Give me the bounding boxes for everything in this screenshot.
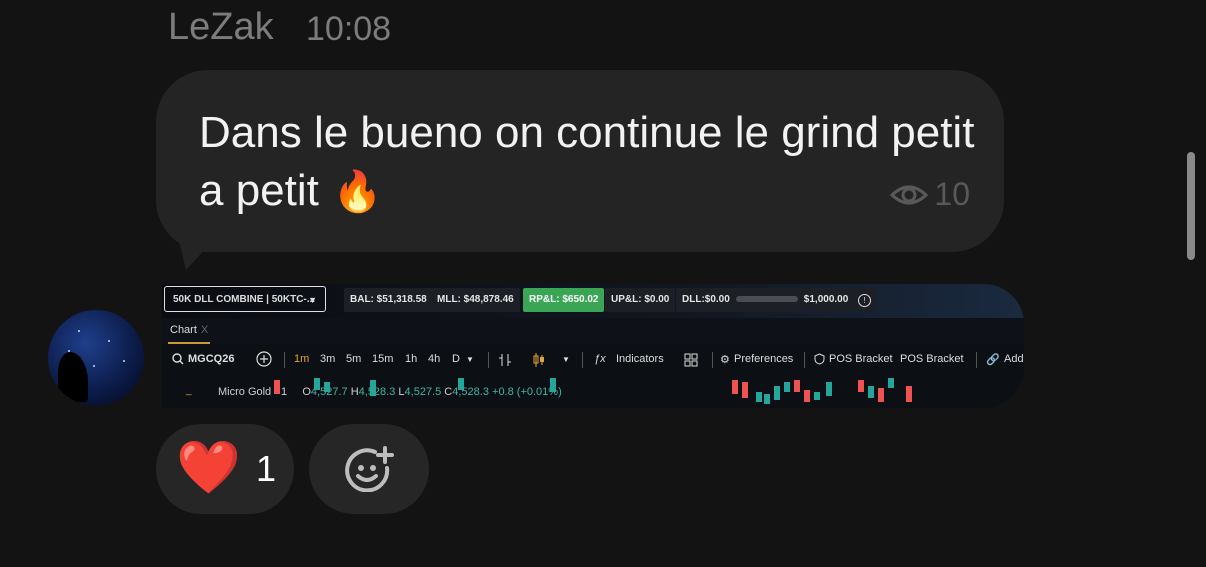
ohlc-legend: Micro Gold · 1 O4,527.7 H4,528.3 L4,527.…: [218, 386, 562, 398]
candle: [784, 382, 790, 392]
candle: [794, 380, 800, 392]
candle: [764, 394, 770, 404]
views-number: 10: [934, 176, 970, 212]
preferences-label: Preferences: [734, 353, 794, 365]
toolbar-divider: [976, 352, 977, 368]
tab-chart: Chart X: [170, 324, 208, 336]
info-icon: !: [852, 288, 876, 312]
candle: [324, 382, 330, 392]
timeframe-3m: 3m: [320, 353, 336, 365]
indicators-label: Indicators: [616, 353, 664, 365]
candle: [550, 378, 556, 392]
chart-legend: _ Micro Gold · 1 O4,527.7 H4,528.3 L4,52…: [162, 378, 1024, 408]
toolbar-divider: [488, 352, 489, 368]
candle: [804, 390, 810, 402]
chevron-down-icon: ▼: [466, 355, 474, 364]
search-icon: [172, 353, 184, 368]
high-label: H: [350, 386, 359, 398]
add-symbol-icon: [256, 351, 272, 370]
candle: [756, 392, 762, 402]
symbol-label: MGCQ26: [188, 353, 235, 365]
dll-right: $1,000.00: [803, 294, 849, 305]
link-icon: 🔗: [986, 354, 1000, 366]
dll-pill: DLL:$0.00 $1,000.00: [676, 288, 855, 312]
candle: [274, 380, 280, 394]
timeframe-1m: 1m: [294, 353, 310, 365]
rpl-pill: RP&L: $650.02: [523, 288, 605, 312]
chevron-down-icon: ▼: [308, 295, 317, 305]
candlestick-icon: [532, 353, 546, 370]
timeframe-4h: 4h: [428, 353, 441, 365]
balance-pill: BAL: $51,318.58: [344, 288, 433, 312]
candle: [868, 386, 874, 398]
account-bar: 50K DLL COMBINE | 50KTC-... ▼ BAL: $51,3…: [162, 284, 1024, 318]
message-text: Dans le bueno on continue le grind petit…: [199, 104, 979, 221]
layout-grid-icon: [684, 353, 698, 370]
screenshot-attachment[interactable]: 50K DLL COMBINE | 50KTC-... ▼ BAL: $51,3…: [162, 284, 1024, 408]
add-reaction-icon: [345, 446, 394, 492]
pos-bracket-label-1: POS Bracket: [829, 353, 893, 365]
timeframe-15m: 15m: [372, 353, 394, 365]
fire-emoji: 🔥: [332, 170, 383, 214]
chart-toolbar: MGCQ26 1m 3m 5m 15m 1h 4h D ▼ ▼ ƒx Indic…: [162, 346, 1024, 374]
candle: [906, 386, 912, 402]
scrollbar[interactable]: [1187, 152, 1195, 260]
toolbar-divider: [712, 352, 713, 368]
candle: [878, 388, 884, 402]
pos-bracket-label-2: POS Bracket: [900, 353, 964, 365]
reaction-count: 1: [256, 448, 277, 489]
tree-silhouette: [58, 352, 88, 402]
view-count: 10: [890, 176, 970, 213]
chevron-down-icon: ▼: [562, 355, 570, 364]
eye-icon: [890, 185, 929, 204]
bubble-tail: [176, 228, 224, 270]
candle: [458, 378, 464, 390]
candle: [370, 380, 376, 396]
tab-close-icon: X: [200, 324, 209, 336]
bar-type-icon: [498, 353, 512, 370]
avatar[interactable]: [48, 310, 144, 406]
timeframe-1h: 1h: [405, 353, 418, 365]
candle: [742, 382, 748, 398]
function-icon: ƒx: [594, 353, 606, 365]
add-reaction-button[interactable]: [309, 424, 429, 514]
toolbar-divider: [582, 352, 583, 368]
dll-progress-bar: [735, 296, 798, 303]
candle: [774, 386, 780, 400]
sender-name[interactable]: LeZak: [168, 6, 274, 49]
timeframe-d: D: [452, 353, 460, 365]
candle: [858, 380, 864, 392]
candle: [888, 378, 894, 388]
message-time: 10:08: [306, 10, 392, 48]
gear-icon: ⚙: [720, 354, 730, 366]
add-label: Add: [1004, 353, 1024, 365]
shield-icon: [814, 353, 825, 368]
upl-pill: UP&L: $0.00: [605, 288, 676, 312]
chart-marker: _: [186, 385, 192, 396]
tab-active-underline: [168, 342, 210, 344]
high-value: 4,528.3: [358, 386, 396, 398]
timeframe-5m: 5m: [346, 353, 362, 365]
candle: [814, 392, 820, 400]
low-value: 4,527.5: [404, 386, 442, 398]
heart-icon: ❤️: [176, 439, 241, 497]
account-label: 50K DLL COMBINE | 50KTC-...: [173, 294, 316, 305]
toolbar-divider: [284, 352, 285, 368]
mll-pill: MLL: $48,878.46: [431, 288, 520, 312]
candle: [732, 380, 738, 394]
dll-left: DLL:$0.00: [682, 294, 730, 305]
heart-reaction[interactable]: ❤️ 1: [156, 424, 294, 514]
tab-chart-label: Chart: [170, 324, 197, 336]
open-label: O: [302, 386, 311, 398]
candle: [314, 378, 320, 390]
chart-tab-row: Chart X: [162, 318, 1024, 344]
account-selector: 50K DLL COMBINE | 50KTC-... ▼: [164, 286, 326, 312]
message-body: Dans le bueno on continue le grind petit…: [199, 108, 975, 215]
candle: [826, 382, 832, 396]
toolbar-divider: [804, 352, 805, 368]
